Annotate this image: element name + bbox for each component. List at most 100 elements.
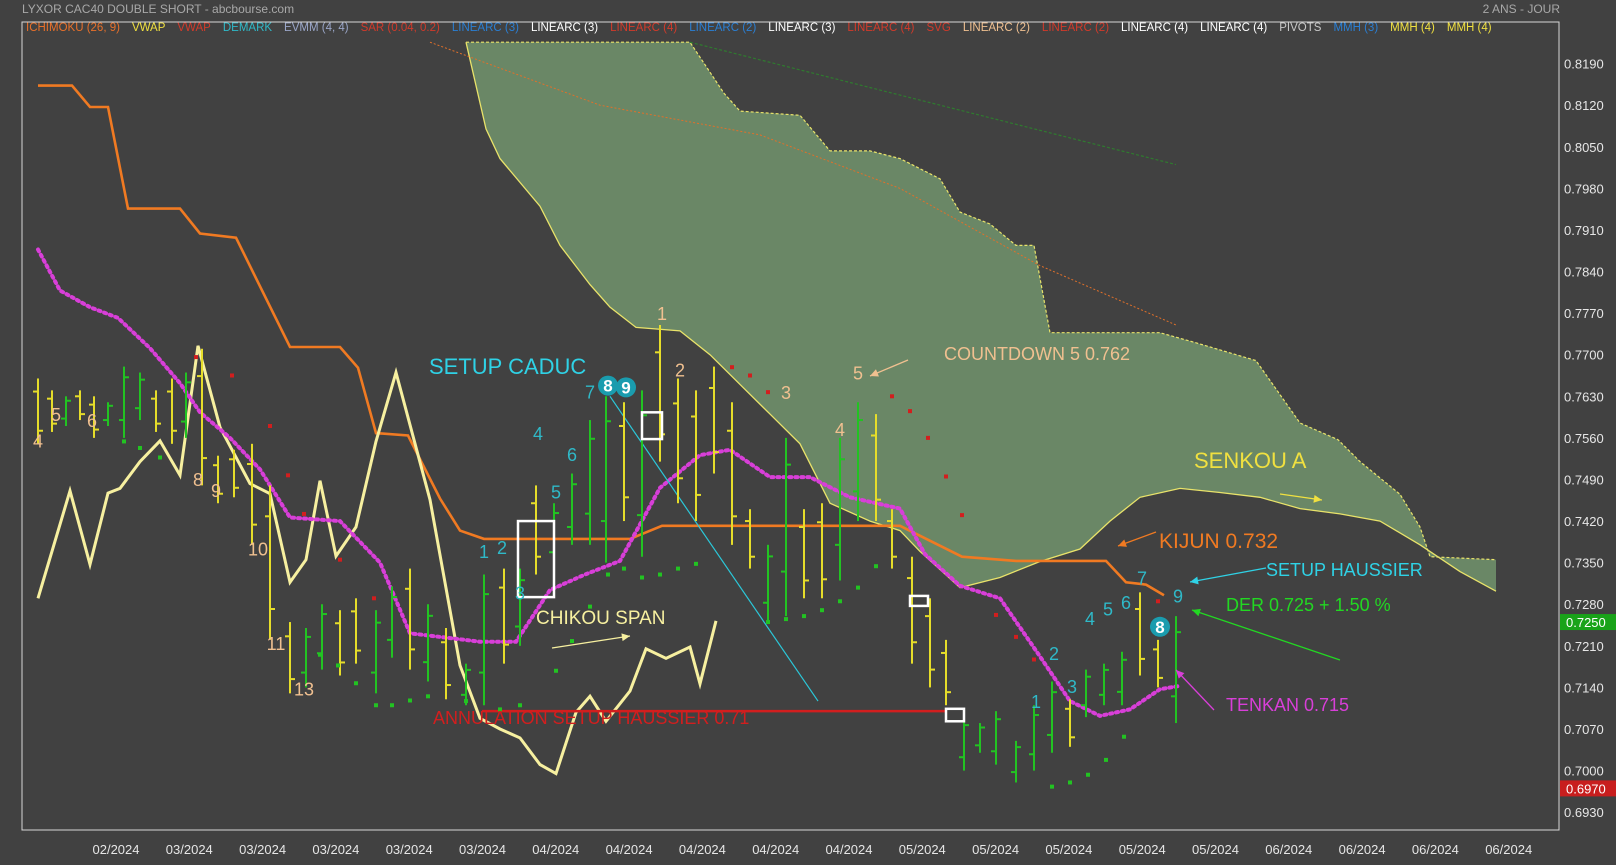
sar-dot-green <box>1050 784 1054 789</box>
y-tick-label: 0.8190 <box>1564 57 1604 72</box>
x-tick-label: 05/2024 <box>1045 842 1092 857</box>
demark-circle-label: 9 <box>621 378 630 397</box>
sar-dot-green <box>518 703 522 708</box>
sar-dot-red <box>302 511 306 516</box>
sar-dot-green <box>802 614 806 619</box>
price-bar <box>515 568 525 646</box>
y-tick-label: 0.7630 <box>1564 389 1604 404</box>
y-tick-label: 0.7840 <box>1564 265 1604 280</box>
sar-dot-green <box>694 561 698 566</box>
price-bar <box>371 610 381 694</box>
annotation-setup-caduc: SETUP CADUC <box>429 354 586 379</box>
demark-count: 10 <box>248 539 268 559</box>
demark-count: 9 <box>1173 586 1183 606</box>
demark-count: 1 <box>479 542 489 562</box>
x-tick-label: 03/2024 <box>459 842 506 857</box>
sar-dot-green <box>426 694 430 699</box>
sar-dot-red <box>286 473 290 478</box>
price-bar <box>1117 651 1127 706</box>
price-bar <box>351 598 361 664</box>
y-tick-label: 0.7420 <box>1564 514 1604 529</box>
sar-dot-red <box>194 355 198 360</box>
sar-dot-green <box>1122 734 1126 739</box>
price-bar <box>799 509 809 599</box>
sar-dot-green <box>640 575 644 580</box>
price-bar <box>1153 639 1163 688</box>
sar-dot-green <box>1104 757 1108 762</box>
sar-dot-green <box>408 698 412 703</box>
demark-count: 4 <box>1085 609 1095 629</box>
price-bar <box>975 723 985 753</box>
sar-dot-green <box>318 652 322 657</box>
sar-dot-red <box>1014 634 1018 639</box>
sar-dot-red <box>926 435 930 440</box>
price-bar <box>727 402 737 545</box>
sar-dot-green <box>766 620 770 625</box>
price-bar <box>423 604 433 682</box>
demark-count: 4 <box>533 424 543 444</box>
price-bar <box>1011 740 1021 783</box>
demark-count: 8 <box>193 470 203 490</box>
annotation-arrow-head <box>1192 608 1201 617</box>
sar-dot-green <box>606 572 610 577</box>
sar-dot-green <box>622 566 626 571</box>
price-bar <box>229 449 239 498</box>
annotation-annulation: ANNULATION SETUP HAUSSIER 0.71 <box>433 708 749 728</box>
sar-dot-green <box>374 703 378 708</box>
demark-count: 4 <box>33 431 43 451</box>
sar-dot-red <box>766 390 770 395</box>
setup-box <box>944 707 966 723</box>
annotation-arrow <box>1191 608 1341 661</box>
sar-dot-red <box>944 474 948 479</box>
sar-dot-red <box>1156 599 1160 604</box>
sar-dot-green <box>784 617 788 622</box>
demark-circle-label: 8 <box>603 377 612 396</box>
price-bar <box>1099 663 1109 706</box>
sar-dot-green <box>390 703 394 708</box>
annotation-arrow <box>1117 531 1157 547</box>
annotation-countdown: COUNTDOWN 5 0.762 <box>944 344 1130 364</box>
price-bar <box>499 568 509 664</box>
sar-dot-green <box>856 585 860 590</box>
price-bar <box>941 639 951 706</box>
y-tick-label: 0.7770 <box>1564 306 1604 321</box>
demark-count: 2 <box>497 538 507 558</box>
price-bar <box>167 378 177 444</box>
price-bar <box>1065 699 1075 747</box>
x-tick-label: 03/2024 <box>386 842 433 857</box>
y-tick-label: 0.7490 <box>1564 472 1604 487</box>
demark-count: 6 <box>567 445 577 465</box>
demark-count: 6 <box>87 411 97 431</box>
y-tick-label: 0.7910 <box>1564 223 1604 238</box>
price-bar <box>619 402 629 522</box>
demark-count: 4 <box>835 420 845 440</box>
x-tick-label: 05/2024 <box>1119 842 1166 857</box>
price-bar <box>531 485 541 575</box>
sar-dot-green <box>1086 772 1090 777</box>
price-bar <box>925 598 935 688</box>
x-tick-label: 06/2024 <box>1339 842 1386 857</box>
sar-dot-red <box>908 409 912 414</box>
demark-circle: 9 <box>616 377 636 398</box>
annotation-arrow-shaft <box>1175 669 1215 711</box>
sar-dot-green <box>336 663 340 668</box>
sar-dot-red <box>994 612 998 617</box>
y-tick-label: 0.7210 <box>1564 639 1604 654</box>
sar-dot-red <box>890 394 894 399</box>
x-tick-label: 04/2024 <box>826 842 873 857</box>
price-bar <box>119 366 129 438</box>
demark-count: 5 <box>853 364 863 384</box>
sar-dot-red <box>960 513 964 518</box>
x-tick-label: 04/2024 <box>752 842 799 857</box>
price-bar <box>135 372 145 421</box>
x-tick-label: 03/2024 <box>312 842 359 857</box>
sar-dot-red <box>1032 657 1036 662</box>
demark-count: 5 <box>551 482 561 502</box>
sar-dot-green <box>570 639 574 644</box>
demark-count: 7 <box>1137 569 1147 589</box>
x-tick-label: 03/2024 <box>166 842 213 857</box>
sar-dot-green <box>1068 780 1072 785</box>
price-bar <box>959 717 969 771</box>
price-bar <box>709 366 719 474</box>
price-bar <box>1135 592 1145 676</box>
